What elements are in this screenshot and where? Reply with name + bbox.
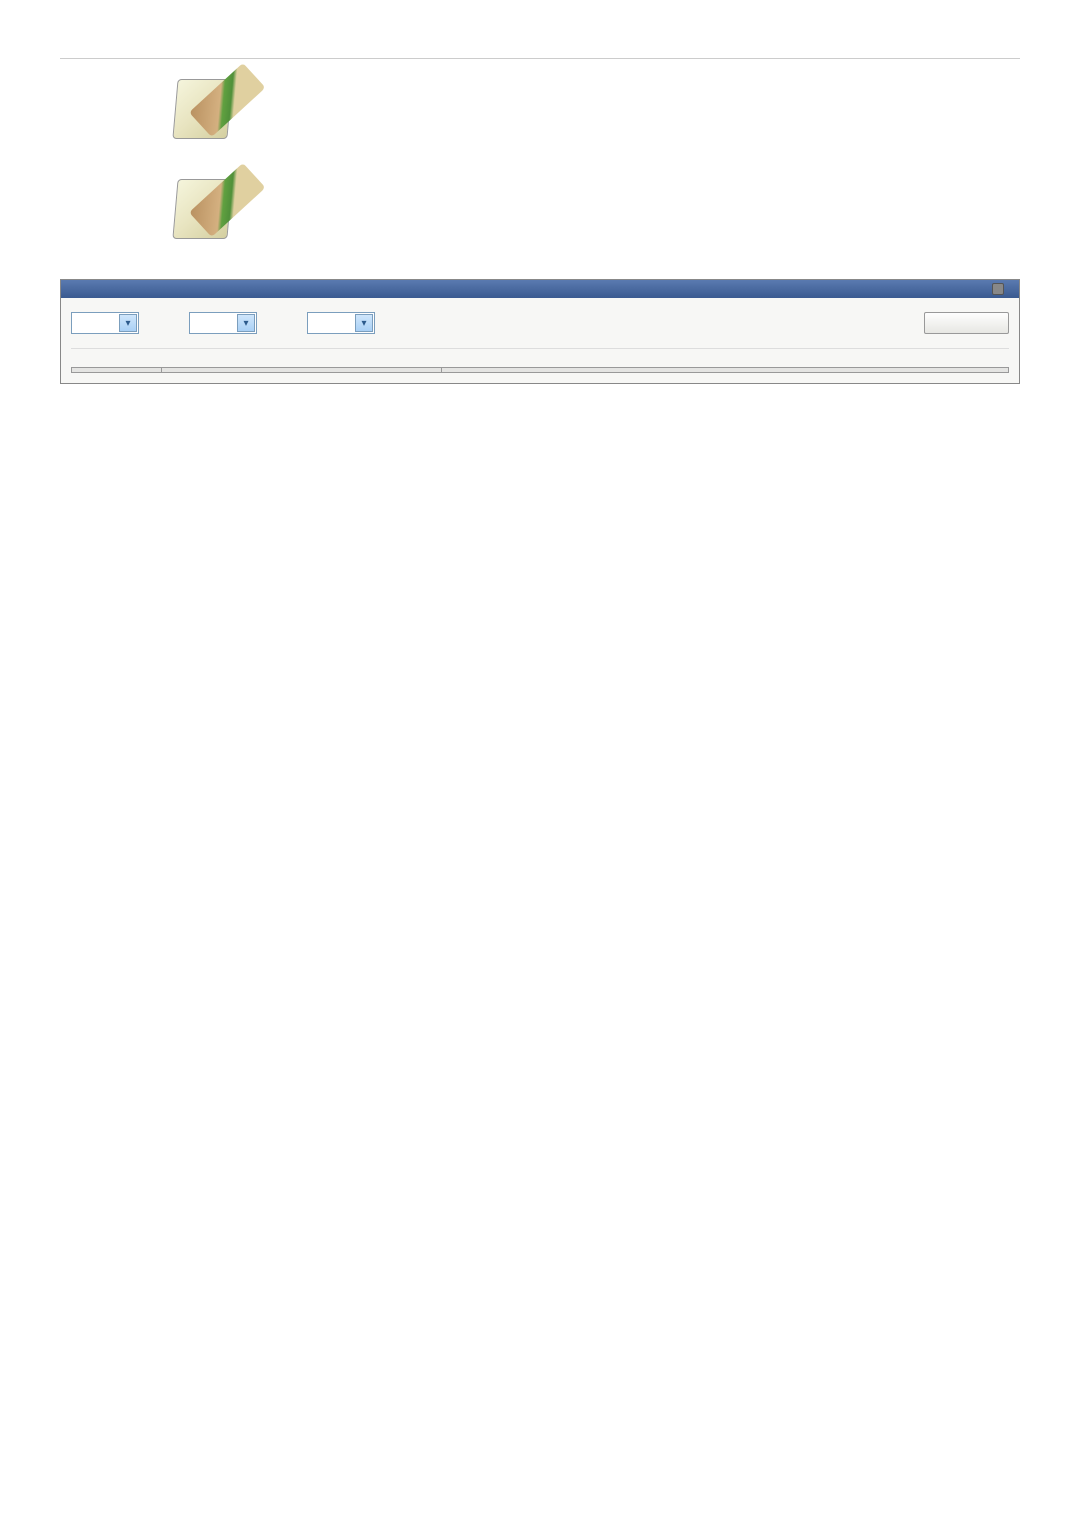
priority-field: ▾ — [307, 308, 375, 334]
settings-row: ▾ ▾ ▾ — [71, 308, 1009, 334]
safeguard-icon — [992, 283, 1004, 295]
ui-window: ▾ ▾ ▾ — [60, 279, 1020, 384]
table-header-row — [72, 368, 1009, 373]
pencil-note-icon — [172, 79, 232, 139]
chevron-down-icon: ▾ — [355, 314, 373, 332]
priority-select[interactable]: ▾ — [307, 312, 375, 334]
priority-table — [71, 367, 1009, 373]
settings-divider — [71, 348, 1009, 349]
from-port-select[interactable]: ▾ — [71, 312, 139, 334]
col-port — [72, 368, 162, 373]
note-block-2 — [60, 179, 1020, 239]
window-body: ▾ ▾ ▾ — [61, 298, 1019, 383]
safeguard-badge — [992, 283, 1009, 295]
pencil-note-icon — [172, 179, 232, 239]
col-priority — [162, 368, 442, 373]
window-titlebar — [61, 280, 1019, 298]
chevron-down-icon: ▾ — [237, 314, 255, 332]
col-effective — [442, 368, 1009, 373]
from-port-field: ▾ — [71, 308, 139, 334]
to-port-select[interactable]: ▾ — [189, 312, 257, 334]
note-block-1 — [60, 79, 1020, 139]
apply-button[interactable] — [924, 312, 1009, 334]
chevron-down-icon: ▾ — [119, 314, 137, 332]
to-port-field: ▾ — [189, 308, 257, 334]
header-divider — [60, 58, 1020, 59]
